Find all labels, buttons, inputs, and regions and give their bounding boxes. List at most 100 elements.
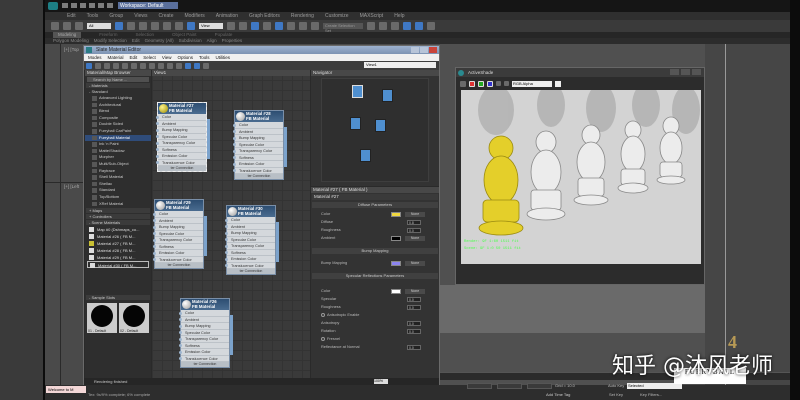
sample-slot[interactable]: 01 - Default: [87, 303, 117, 334]
maxscript-listener[interactable]: Welcome to M: [46, 386, 86, 393]
named-selection-dropdown[interactable]: Create Selection Set: [323, 23, 363, 33]
standard-group[interactable]: - Standard: [86, 89, 150, 94]
materials-group[interactable]: - Materials: [86, 83, 150, 88]
sample-slots-group[interactable]: - Sample Slots: [86, 295, 150, 301]
blue-channel-toggle[interactable]: [487, 80, 493, 87]
node-output-socket[interactable]: [230, 315, 233, 355]
material-type-item[interactable]: Raytrace: [85, 168, 151, 175]
slate-menu-options[interactable]: Options: [178, 55, 194, 60]
material-map-browser-icon[interactable]: [185, 62, 191, 69]
aniso-enable-row[interactable]: Anisotropic Enable: [311, 311, 439, 319]
parameter-editor-icon[interactable]: [194, 62, 200, 69]
view-selector-dropdown[interactable]: View1: [364, 62, 436, 68]
diffuse-rollout[interactable]: Diffuse Parameters: [312, 202, 438, 208]
select-by-material-icon[interactable]: [203, 62, 209, 69]
pick-material-icon[interactable]: [95, 62, 101, 69]
y-coord-field[interactable]: [497, 383, 522, 389]
mirror-icon[interactable]: [367, 22, 375, 30]
ref-coord-dropdown[interactable]: View: [199, 23, 223, 29]
scene-material-item[interactable]: Map #0 (Dshmaps_co...: [87, 226, 149, 233]
selection-filter-dropdown[interactable]: All: [87, 23, 111, 29]
node-input-slot[interactable]: Translucence Color: [153, 257, 203, 263]
move-children-icon[interactable]: [131, 62, 137, 69]
material-type-item[interactable]: Multi/Sub-Object: [85, 161, 151, 168]
move-icon[interactable]: [163, 22, 171, 30]
minimize-button[interactable]: [411, 47, 419, 53]
roughness-spinner[interactable]: 0.0: [407, 227, 421, 233]
key-filters-button[interactable]: Key Filters...: [640, 392, 662, 397]
bump-color-swatch[interactable]: [391, 261, 401, 266]
diffuse-spinner[interactable]: 0.8: [407, 219, 421, 225]
assign-to-selection-icon[interactable]: [113, 62, 119, 69]
edit-named-sel-icon[interactable]: [311, 22, 319, 30]
material-type-item[interactable]: Matte/Shadow: [85, 148, 151, 155]
map-button[interactable]: None: [405, 288, 425, 294]
select-by-name-icon[interactable]: [127, 22, 135, 30]
close-button[interactable]: [429, 47, 437, 53]
select-icon[interactable]: [115, 22, 123, 30]
zoom-field[interactable]: 100%: [374, 379, 388, 384]
hide-unused-icon[interactable]: [140, 62, 146, 69]
scene-material-item[interactable]: Material #26 ( FB M...: [87, 233, 149, 240]
search-input[interactable]: Search by Name ...: [87, 77, 149, 82]
node-header[interactable]: Material #29 FB Material: [155, 200, 203, 211]
select-manipulate-icon[interactable]: [239, 22, 247, 30]
slate-menu-tools[interactable]: Tools: [199, 55, 210, 60]
material-node[interactable]: Material #30 FB Material Color Ambient Bump …: [225, 205, 279, 275]
material-type-item[interactable]: Double Sided: [85, 121, 151, 128]
viewport-label-top[interactable]: [+] [Top: [64, 47, 79, 52]
rotate-icon[interactable]: [175, 22, 183, 30]
slate-menu-select[interactable]: Select: [143, 55, 156, 60]
bind-icon[interactable]: [75, 22, 83, 30]
navigator-view[interactable]: [321, 78, 429, 182]
node-input-slot[interactable]: Translucence Color: [233, 168, 283, 174]
scene-material-item[interactable]: Material #27 ( FB M...: [87, 240, 149, 247]
show-background-icon[interactable]: [158, 62, 164, 69]
viewport-label-left[interactable]: [+] [Left: [64, 184, 79, 189]
percent-snap-icon[interactable]: [287, 22, 295, 30]
slate-menu-edit[interactable]: Edit: [130, 55, 138, 60]
ambient-color-swatch[interactable]: [391, 236, 401, 241]
align-icon[interactable]: [379, 22, 387, 30]
scene-material-item[interactable]: Material #30 ( FB M...: [87, 261, 149, 269]
unlink-icon[interactable]: [63, 22, 71, 30]
node-input-slot[interactable]: Translucence Color: [225, 263, 275, 269]
slate-menu-modes[interactable]: Modes: [88, 55, 102, 60]
material-node[interactable]: Material #27 FB Material Color Ambient Bump …: [156, 102, 210, 172]
menu-item-maxscript[interactable]: MAXScript: [360, 13, 384, 19]
material-type-item[interactable]: Furryball Material: [85, 134, 151, 142]
roughness-spinner[interactable]: 0.0: [407, 304, 421, 310]
menu-item-tools[interactable]: Tools: [87, 13, 99, 19]
map-button[interactable]: None: [405, 211, 425, 217]
scene-materials-group[interactable]: - Scene Materials: [86, 220, 150, 226]
viewport-divider[interactable]: [60, 44, 61, 385]
workspace-dropdown[interactable]: Workspace: Default: [118, 2, 178, 9]
node-header[interactable]: Material #26 FB Material: [181, 299, 229, 310]
slate-title-bar[interactable]: Slate Material Editor: [84, 46, 439, 54]
menu-item-edit[interactable]: Edit: [67, 13, 76, 19]
specular-spinner[interactable]: 0.0: [407, 296, 421, 302]
window-crossing-icon[interactable]: [151, 22, 159, 30]
node-input-slot[interactable]: Translucence Color: [156, 160, 206, 166]
put-to-scene-icon[interactable]: [104, 62, 110, 69]
snap-icon[interactable]: [263, 22, 271, 30]
slate-menu-material[interactable]: Material: [108, 55, 124, 60]
node-output-socket[interactable]: [276, 222, 279, 262]
app-logo-icon[interactable]: [48, 2, 58, 10]
undo-icon[interactable]: [89, 3, 95, 8]
color-swatch[interactable]: [555, 80, 561, 87]
diffuse-color-swatch[interactable]: [391, 212, 401, 217]
material-type-item[interactable]: Shellac: [85, 181, 151, 188]
menu-item-help[interactable]: Help: [394, 13, 404, 19]
material-type-item[interactable]: Composite: [85, 115, 151, 122]
material-type-item[interactable]: XRef Material: [85, 201, 151, 208]
link-icon[interactable]: [51, 22, 59, 30]
maximize-button[interactable]: [681, 69, 690, 75]
scale-icon[interactable]: [187, 22, 195, 30]
scene-material-item[interactable]: Material #29 ( FB M...: [87, 254, 149, 261]
viewport-divider[interactable]: [45, 182, 85, 183]
menu-item-rendering[interactable]: Rendering: [291, 13, 314, 19]
material-type-item[interactable]: Blend: [85, 108, 151, 115]
render-icon[interactable]: [427, 22, 435, 30]
x-coord-field[interactable]: [467, 383, 492, 389]
